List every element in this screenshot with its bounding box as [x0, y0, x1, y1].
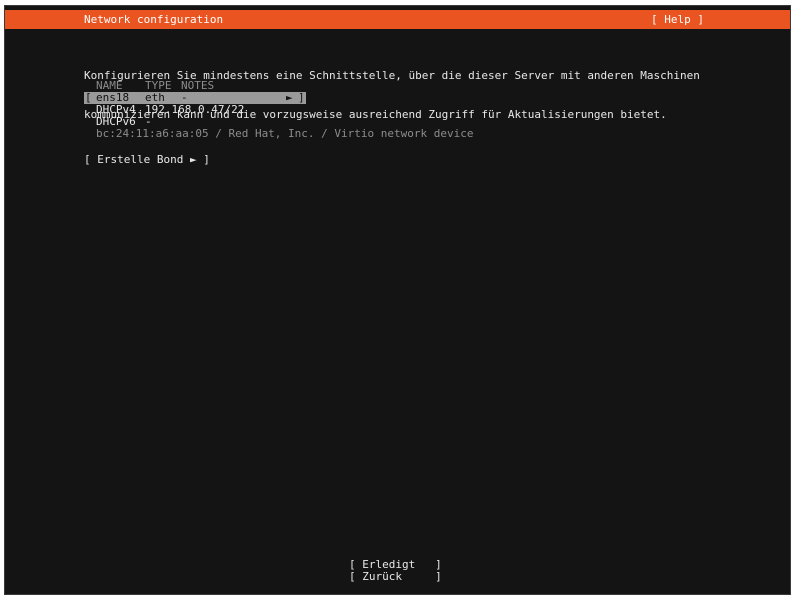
installer-screen: Network configuration [ Help ] Konfiguri… — [4, 5, 791, 595]
create-bond-button[interactable]: [ Erstelle Bond ► ] — [84, 153, 210, 166]
dhcpv4-address: 192.168.0.47/22 — [145, 103, 245, 116]
menu-arrow-icon[interactable]: ► — [286, 92, 293, 104]
back-button[interactable]: [ Zurück ] — [349, 570, 442, 583]
page-title: Network configuration — [84, 13, 224, 26]
device-info-row: bc:24:11:a6:aa:05 / Red Hat, Inc. / Virt… — [84, 128, 474, 140]
interface-table: NAME TYPE NOTES [ ens18 eth - ► ] DHCPv4… — [84, 80, 474, 140]
device-info: bc:24:11:a6:aa:05 / Red Hat, Inc. / Virt… — [96, 127, 474, 140]
row-close-bracket: ] — [298, 91, 305, 104]
title-bar: Network configuration [ Help ] — [5, 10, 790, 29]
row-open-bracket: [ — [85, 91, 92, 104]
help-button[interactable]: [ Help ] — [651, 10, 704, 29]
